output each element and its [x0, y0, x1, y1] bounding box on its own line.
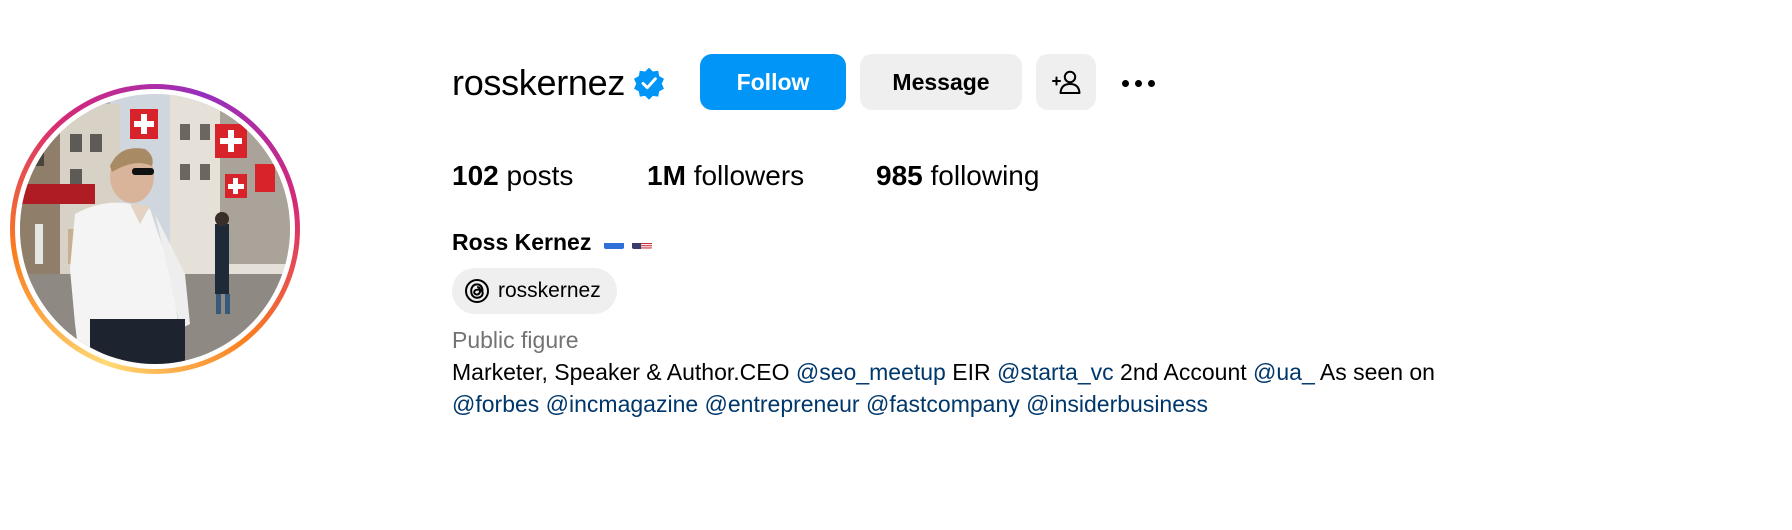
bio-mention-link[interactable]: @fastcompany: [866, 391, 1020, 417]
follow-button[interactable]: Follow: [700, 54, 846, 110]
followers-link[interactable]: 1M followers: [647, 158, 804, 194]
usa-flag-icon: [632, 235, 653, 249]
suggest-accounts-button[interactable]: [1036, 54, 1096, 110]
followers-label: followers: [693, 160, 805, 191]
profile-category: Public figure: [452, 327, 579, 353]
bio-text: EIR: [945, 359, 997, 385]
verified-badge-icon: [634, 67, 664, 100]
more-options-icon[interactable]: [1116, 70, 1160, 96]
message-button[interactable]: Message: [860, 54, 1022, 110]
profile-username: rosskernez: [452, 62, 626, 103]
full-name-text: Ross Kernez: [452, 229, 592, 255]
following-label: following: [930, 160, 1040, 191]
bio-text: As seen on: [1314, 359, 1435, 385]
posts-label: posts: [506, 160, 574, 191]
profile-bio: Marketer, Speaker & Author.CEO @seo_meet…: [452, 356, 1542, 420]
bio-text: Marketer, Speaker & Author.CEO: [452, 359, 796, 385]
threads-profile-link[interactable]: rosskernez: [452, 268, 617, 314]
following-link[interactable]: 985 following: [876, 158, 1039, 194]
bio-mention-link[interactable]: @entrepreneur: [705, 391, 860, 417]
posts-count: 102 posts: [452, 158, 573, 194]
more-dot: [1121, 79, 1129, 87]
ukraine-flag-icon: [603, 235, 624, 249]
bio-mention-link[interactable]: @insiderbusiness: [1026, 391, 1208, 417]
following-number: 985: [876, 160, 923, 191]
bio-mention-link[interactable]: @starta_vc: [997, 359, 1114, 385]
bio-mention-link[interactable]: @ua_: [1253, 359, 1315, 385]
add-person-icon: [1052, 70, 1081, 94]
threads-handle: rosskernez: [498, 279, 601, 302]
followers-number: 1M: [647, 160, 686, 191]
bio-mention-link[interactable]: @seo_meetup: [796, 359, 946, 385]
bio-text: 2nd Account: [1113, 359, 1254, 385]
profile-full-name: Ross Kernez: [452, 228, 653, 256]
posts-number: 102: [452, 160, 499, 191]
threads-logo-icon: [465, 279, 489, 303]
profile-avatar-ring[interactable]: [10, 84, 300, 374]
bio-mention-link[interactable]: @incmagazine: [546, 391, 698, 417]
profile-avatar[interactable]: [20, 94, 290, 364]
more-dot: [1134, 79, 1142, 87]
bio-mention-link[interactable]: @forbes: [452, 391, 539, 417]
more-dot: [1147, 79, 1155, 87]
